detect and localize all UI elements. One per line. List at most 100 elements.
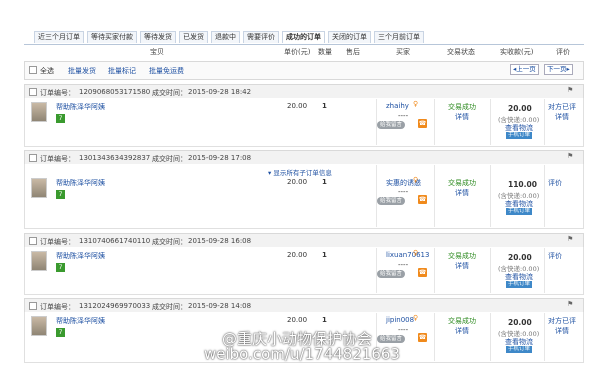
product-title-link[interactable]: 帮助陈泽华阿姨 bbox=[56, 178, 105, 188]
prev-label: 上一页 bbox=[516, 65, 536, 73]
leave-message-button[interactable]: 给我留言 bbox=[377, 335, 406, 343]
received-amount: 20.00 bbox=[508, 104, 532, 113]
buyer-name-link[interactable]: zhaihy bbox=[386, 102, 409, 110]
wangwang-icon[interactable]: ♀ bbox=[413, 176, 418, 184]
column-amount: 实收款(元) bbox=[500, 48, 534, 56]
wangwang-icon[interactable]: ♀ bbox=[413, 249, 418, 257]
tmall-badge-icon: 7 bbox=[56, 263, 65, 272]
order-time: 2015-09-28 16:08 bbox=[188, 237, 252, 245]
tab-awaiting-shipment[interactable]: 等待发货 bbox=[140, 31, 176, 43]
batch-free-shipping-link[interactable]: 批量免运费 bbox=[149, 66, 184, 76]
column-buyer: 买家 bbox=[396, 48, 410, 56]
tab-shipped[interactable]: 已发货 bbox=[179, 31, 208, 43]
phone-icon[interactable]: ☎ bbox=[418, 333, 427, 342]
order-time: 2015-09-28 14:08 bbox=[188, 302, 252, 310]
column-item: 宝贝 bbox=[150, 48, 164, 56]
phone-icon[interactable]: ☎ bbox=[418, 119, 427, 128]
trade-detail-link[interactable]: 详情 bbox=[455, 188, 469, 198]
flag-icon[interactable]: ⚑ bbox=[567, 301, 573, 308]
order-number-label: 订单编号： bbox=[40, 303, 75, 311]
column-divider bbox=[544, 248, 545, 293]
phone-icon[interactable]: ☎ bbox=[418, 195, 427, 204]
buyer-dash: ---- bbox=[398, 188, 409, 196]
column-divider bbox=[490, 248, 491, 293]
buyer-dash: ---- bbox=[398, 112, 409, 120]
review-link[interactable]: 对方已评 bbox=[548, 316, 576, 326]
leave-message-button[interactable]: 给我留言 bbox=[377, 121, 406, 129]
tab-refunding[interactable]: 退款中 bbox=[211, 31, 240, 43]
tab-closed[interactable]: 关闭的订单 bbox=[328, 31, 371, 43]
tab-awaiting-payment[interactable]: 等待买家付款 bbox=[87, 31, 137, 43]
buyer-name-link[interactable]: jipin008 bbox=[386, 316, 414, 324]
item-price: 20.00 bbox=[287, 178, 308, 186]
tab-need-review[interactable]: 需要评价 bbox=[243, 31, 279, 43]
column-divider bbox=[434, 248, 435, 293]
buyer-dash: ---- bbox=[398, 261, 409, 269]
flag-icon[interactable]: ⚑ bbox=[567, 87, 573, 94]
review-detail-link[interactable]: 详情 bbox=[555, 326, 569, 336]
column-after-sale: 售后 bbox=[346, 48, 360, 56]
batch-mark-link[interactable]: 批量标记 bbox=[108, 66, 136, 76]
column-divider bbox=[490, 313, 491, 361]
column-qty: 数量 bbox=[318, 48, 332, 56]
leave-message-button[interactable]: 给我留言 bbox=[377, 197, 406, 205]
tab-older[interactable]: 三个月前订单 bbox=[374, 31, 424, 43]
mobile-order-badge: 手机订单 bbox=[506, 346, 533, 353]
mobile-order-badge: 手机订单 bbox=[506, 208, 533, 215]
order-checkbox[interactable] bbox=[29, 88, 37, 96]
item-qty: 1 bbox=[322, 316, 327, 324]
show-sub-orders-link[interactable]: ▾ 显示所有子订单信息 bbox=[268, 167, 332, 177]
product-thumbnail bbox=[31, 316, 47, 336]
order-number: 1209068053171580 bbox=[79, 88, 151, 96]
tab-successful[interactable]: 成功的订单 bbox=[282, 31, 325, 43]
order-number: 1312024969970033 bbox=[79, 302, 151, 310]
review-detail-link[interactable]: 详情 bbox=[555, 112, 569, 122]
wangwang-icon[interactable]: ♀ bbox=[413, 314, 418, 322]
next-icon: ▸ bbox=[566, 65, 570, 73]
item-qty: 1 bbox=[322, 178, 327, 186]
order-number: 1301343634392837 bbox=[79, 154, 151, 162]
column-divider bbox=[544, 165, 545, 227]
trade-detail-link[interactable]: 详情 bbox=[455, 326, 469, 336]
order-time-label: 成交时间： bbox=[152, 155, 187, 163]
tab-divider bbox=[24, 44, 584, 45]
column-divider bbox=[434, 313, 435, 361]
flag-icon[interactable]: ⚑ bbox=[567, 153, 573, 160]
batch-ship-link[interactable]: 批量发货 bbox=[68, 66, 96, 76]
order-checkbox[interactable] bbox=[29, 302, 37, 310]
order-checkbox[interactable] bbox=[29, 154, 37, 162]
order-time: 2015-09-28 18:42 bbox=[188, 88, 252, 96]
buyer-name-link[interactable]: lixuan70613 bbox=[386, 251, 429, 259]
item-price: 20.00 bbox=[287, 316, 308, 324]
trade-detail-link[interactable]: 详情 bbox=[455, 261, 469, 271]
product-title-link[interactable]: 帮助陈泽华阿姨 bbox=[56, 316, 105, 326]
order-number-label: 订单编号： bbox=[40, 155, 75, 163]
column-divider bbox=[490, 165, 491, 227]
trade-status: 交易成功 bbox=[448, 179, 476, 187]
phone-icon[interactable]: ☎ bbox=[418, 268, 427, 277]
flag-icon[interactable]: ⚑ bbox=[567, 236, 573, 243]
trade-status: 交易成功 bbox=[448, 252, 476, 260]
buyer-dash: ---- bbox=[398, 326, 409, 334]
review-link[interactable]: 评价 bbox=[548, 178, 562, 188]
product-title-link[interactable]: 帮助陈泽华阿姨 bbox=[56, 102, 105, 112]
leave-message-button[interactable]: 给我留言 bbox=[377, 270, 406, 278]
product-thumbnail bbox=[31, 102, 47, 122]
next-page-button[interactable]: 下一页▸ bbox=[544, 64, 573, 75]
order-checkbox[interactable] bbox=[29, 237, 37, 245]
received-amount: 110.00 bbox=[508, 180, 537, 189]
tab-recent-3-months[interactable]: 近三个月订单 bbox=[34, 31, 84, 43]
received-amount: 20.00 bbox=[508, 318, 532, 327]
review-link[interactable]: 评价 bbox=[548, 251, 562, 261]
wangwang-icon[interactable]: ♀ bbox=[413, 100, 418, 108]
column-divider bbox=[434, 99, 435, 145]
item-price: 20.00 bbox=[287, 102, 308, 110]
prev-page-button[interactable]: ◂上一页 bbox=[510, 64, 539, 75]
product-title-link[interactable]: 帮助陈泽华阿姨 bbox=[56, 251, 105, 261]
trade-detail-link[interactable]: 详情 bbox=[455, 112, 469, 122]
order-time-label: 成交时间： bbox=[152, 89, 187, 97]
mobile-order-badge: 手机订单 bbox=[506, 281, 533, 288]
select-all-checkbox[interactable] bbox=[29, 66, 37, 74]
review-link[interactable]: 对方已评 bbox=[548, 102, 576, 112]
column-status: 交易状态 bbox=[447, 48, 475, 56]
